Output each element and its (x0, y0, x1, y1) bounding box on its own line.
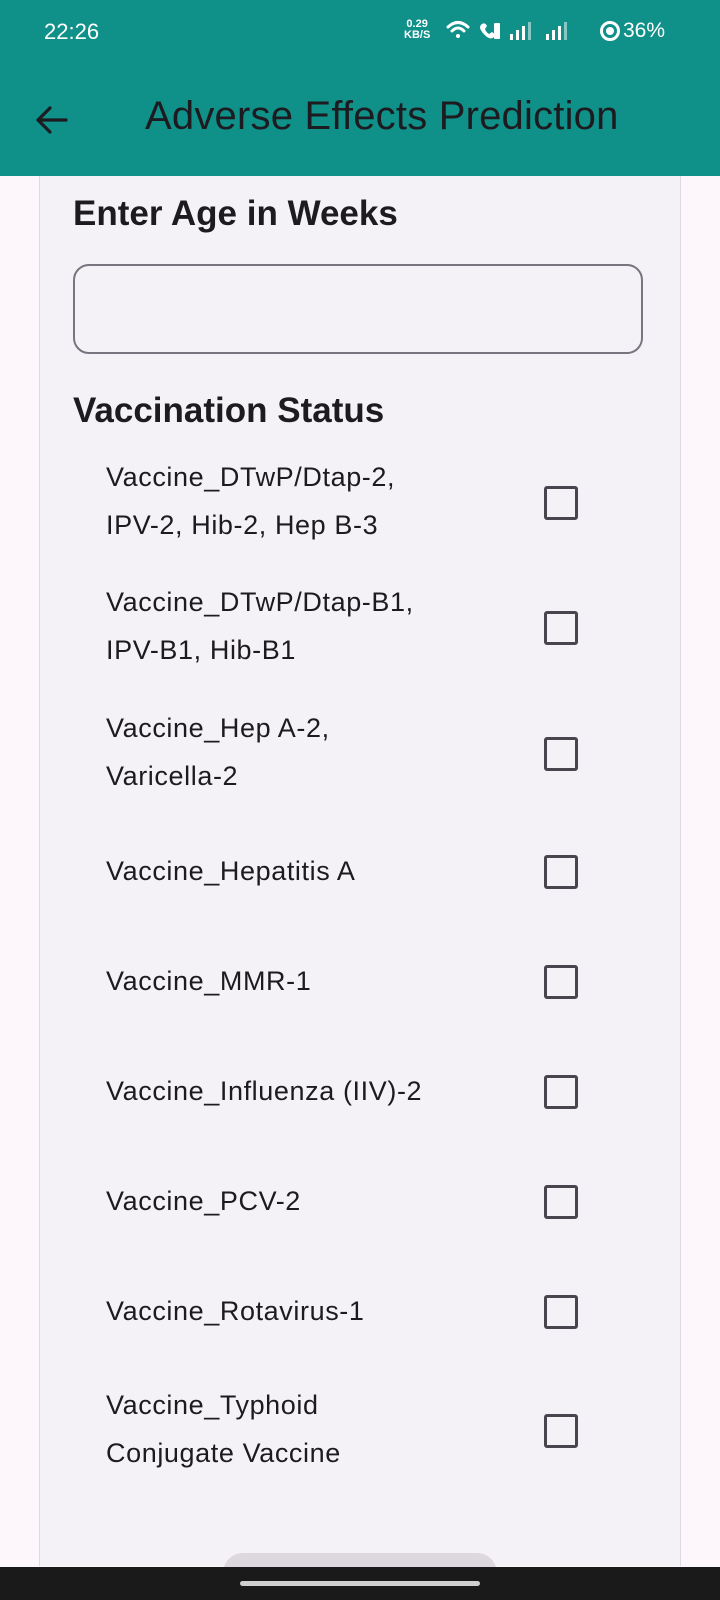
page-title: Adverse Effects Prediction (145, 94, 619, 138)
vaccine-checkbox[interactable] (544, 965, 578, 999)
vaccine-label: Vaccine_PCV-2 (106, 1186, 301, 1216)
home-gesture-handle[interactable] (240, 1581, 480, 1586)
status-time: 22:26 (44, 19, 100, 44)
age-label: Enter Age in Weeks (73, 194, 398, 233)
form-card: Enter Age in Weeks Vaccination Status Va… (39, 176, 681, 1566)
vaccine-label: Vaccine_MMR-1 (106, 966, 312, 996)
vaccine-row-hep-a-2: Vaccine_Hep A-2, Varicella-2 (40, 704, 680, 800)
battery-icon (600, 21, 620, 41)
battery-indicator: 36% (600, 19, 665, 43)
vaccine-row-dtwp-b1: Vaccine_DTwP/Dtap-B1, IPV-B1, Hib-B1 (40, 578, 680, 674)
vaccine-label: Vaccine_DTwP/Dtap-2, IPV-2, Hib-2, Hep B… (106, 462, 396, 540)
vaccine-label: Vaccine_Rotavirus-1 (106, 1296, 365, 1326)
vaccine-checkbox[interactable] (544, 611, 578, 645)
age-input[interactable] (73, 264, 643, 354)
vaccine-checkbox[interactable] (544, 486, 578, 520)
vaccine-row-influenza-2: Vaccine_Influenza (IIV)-2 (40, 1067, 680, 1115)
vaccine-checkbox[interactable] (544, 1295, 578, 1329)
app-bar: Adverse Effects Prediction (0, 64, 720, 176)
vaccine-label: Vaccine_Typhoid Conjugate Vaccine (106, 1390, 341, 1468)
status-icons (446, 18, 596, 46)
vaccine-label: Vaccine_Influenza (IIV)-2 (106, 1076, 423, 1106)
vaccine-row-hepatitis-a: Vaccine_Hepatitis A (40, 847, 680, 895)
signal-icon (510, 22, 567, 40)
vaccine-label: Vaccine_Hep A-2, Varicella-2 (106, 713, 330, 791)
vaccine-checkbox[interactable] (544, 1185, 578, 1219)
vaccine-label: Vaccine_DTwP/Dtap-B1, IPV-B1, Hib-B1 (106, 587, 414, 665)
vaccine-checkbox[interactable] (544, 855, 578, 889)
arrow-back-icon (36, 106, 68, 134)
vaccine-row-pcv-2: Vaccine_PCV-2 (40, 1177, 680, 1225)
vaccine-row-dtwp-2: Vaccine_DTwP/Dtap-2, IPV-2, Hib-2, Hep B… (40, 453, 680, 549)
back-button[interactable] (30, 98, 74, 142)
vaccine-row-rotavirus-1: Vaccine_Rotavirus-1 (40, 1287, 680, 1335)
vaccine-checkbox[interactable] (544, 1414, 578, 1448)
wifi-call-icon (480, 23, 500, 39)
vaccine-row-typhoid: Vaccine_Typhoid Conjugate Vaccine (40, 1381, 680, 1477)
vaccine-label: Vaccine_Hepatitis A (106, 856, 356, 886)
network-speed: 0.29 KB/S (404, 19, 430, 41)
vaccine-checkbox[interactable] (544, 737, 578, 771)
vaccination-status-label: Vaccination Status (73, 391, 385, 430)
status-bar: 22:26 0.29 KB/S 36% (0, 0, 720, 64)
vaccine-row-mmr-1: Vaccine_MMR-1 (40, 957, 680, 1005)
battery-percent: 36% (623, 19, 666, 42)
network-speed-unit: KB/S (404, 29, 431, 41)
vaccine-checkbox[interactable] (544, 1075, 578, 1109)
wifi-icon (446, 21, 470, 38)
